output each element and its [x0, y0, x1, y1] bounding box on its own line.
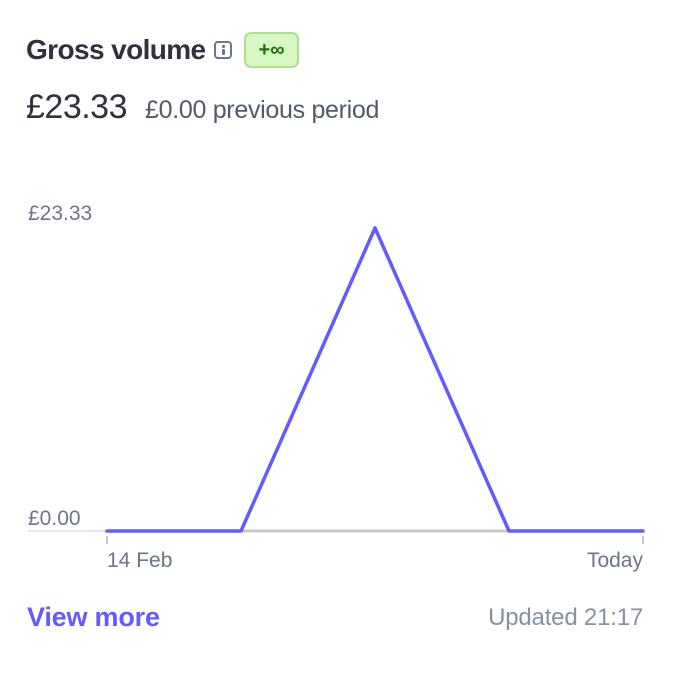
series-layer	[105, 226, 645, 533]
view-more-link[interactable]: View more	[27, 602, 160, 633]
gross-volume-chart: £23.33 £0.00 14 Feb Today	[28, 202, 645, 572]
y-tick-label-min: £0.00	[28, 507, 81, 530]
x-tick-label-start: 14 Feb	[107, 549, 172, 572]
current-period-line	[105, 226, 645, 533]
x-tick-label-end: Today	[587, 549, 644, 572]
updated-timestamp: Updated 21:17	[488, 604, 643, 631]
gross-volume-card: Gross volume +∞ £23.33 £0.00 previous pe…	[0, 0, 686, 674]
y-tick-label-max: £23.33	[28, 202, 92, 225]
